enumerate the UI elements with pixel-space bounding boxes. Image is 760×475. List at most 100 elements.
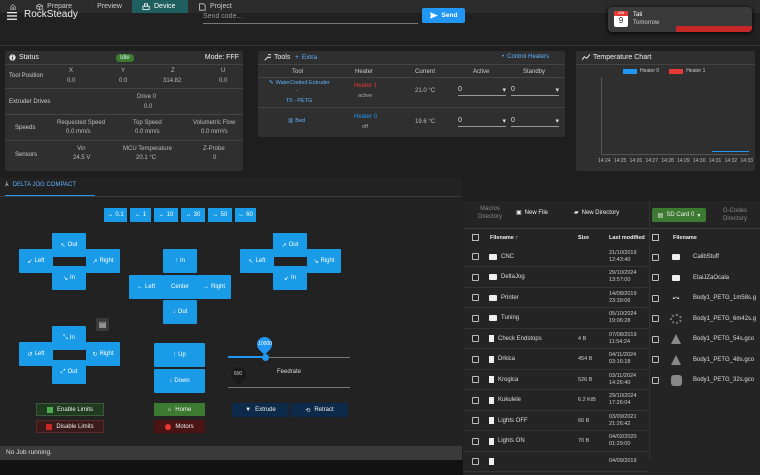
tower-a-in-button[interactable]: ↘ In [52, 266, 86, 290]
z-down-button[interactable]: ↓ Down [154, 369, 205, 393]
row-checkbox[interactable] [652, 376, 659, 384]
bed-standby-select[interactable]: 0 ▾ [511, 115, 559, 127]
new-file-button[interactable]: ▣ New File [516, 209, 548, 217]
row-checkbox[interactable] [652, 335, 659, 343]
file-row[interactable]: CNC 21/10/2019 12:43:40 [463, 247, 648, 267]
file-row[interactable]: Lights OFF 66 B 03/09/2021 21:26:42 [463, 411, 648, 431]
row-checkbox[interactable] [472, 253, 479, 260]
row-checkbox[interactable] [472, 273, 479, 281]
tower-c-in-button[interactable]: ↙ In [273, 266, 307, 290]
bed-active-select[interactable]: 0 ▾ [458, 115, 506, 127]
center-button[interactable]: Center [163, 275, 197, 299]
file-row[interactable]: Tuning 05/10/2024 19:06:28 [463, 309, 648, 329]
menu-icon[interactable] [7, 12, 17, 20]
row-checkbox[interactable] [652, 294, 659, 302]
sd-file-row[interactable]: EtaiJZaOcala [650, 268, 760, 288]
file-row[interactable]: Check Endstops 4 B 07/08/2019 11:54:24 [463, 329, 648, 349]
file-row[interactable]: Drkica 454 B 04/11/2024 03:16:18 [463, 350, 648, 370]
motors-button[interactable]: Motors [154, 420, 205, 433]
chart-line-icon [582, 54, 590, 61]
step-0-1-button[interactable]: ↔ 0.1 [104, 208, 127, 222]
rotate-left-button[interactable]: ↺ Left [19, 342, 53, 366]
home-button[interactable]: ⌂ Home [154, 403, 205, 416]
expand-out-button[interactable]: ⤢ Out [52, 360, 86, 384]
extra-button[interactable]: + Extra [295, 54, 317, 61]
sd-file-row[interactable]: CalibStuff [650, 247, 760, 267]
tower-b-in-button[interactable]: ↑ In [163, 249, 197, 273]
file-row[interactable]: DeltaJog 29/10/2024 13:57:00 [463, 268, 648, 288]
macros-tab[interactable]: Macros Directory [465, 205, 515, 221]
step-10-button[interactable]: ↔ 10 [154, 208, 178, 222]
row-checkbox[interactable] [652, 274, 659, 281]
row-checkbox[interactable] [472, 376, 479, 383]
message-icon[interactable]: ▤ [96, 318, 109, 331]
z-up-button[interactable]: ↑ Up [154, 343, 205, 367]
sd-card-select[interactable]: ▤ SD Card 0 ▾ [652, 208, 706, 222]
file-row[interactable]: Printer 14/08/2019 23:39:06 [463, 288, 648, 308]
row-checkbox[interactable] [472, 458, 479, 465]
extrude-button[interactable]: ▼ Extrude [232, 403, 289, 417]
row-checkbox[interactable] [472, 355, 479, 363]
step-30-button[interactable]: ↔ 30 [181, 208, 205, 222]
step-60-button[interactable]: ↔ 60 [235, 208, 256, 222]
tab-preview[interactable]: Preview [82, 0, 132, 13]
sd-file-row[interactable]: Body1_PETG_54s.gco [650, 329, 760, 349]
row-checkbox[interactable] [472, 314, 479, 322]
file-row[interactable]: 04/09/2019 [463, 452, 648, 472]
sd-file-row[interactable]: Body1_PETG_32s.gco [650, 370, 760, 390]
notification-popup[interactable]: JAN 9 Tati Tomorrow [608, 7, 752, 32]
new-directory-button[interactable]: ▰ New Directory [574, 209, 619, 217]
code-input[interactable] [203, 10, 418, 24]
rotate-in-button[interactable]: ⤡ In [52, 326, 86, 350]
tab-device[interactable]: Device [132, 0, 188, 13]
send-button[interactable]: Send [422, 8, 465, 23]
row-checkbox[interactable] [472, 335, 479, 342]
sd-select-all-checkbox[interactable] [652, 234, 659, 241]
row-checkbox[interactable] [652, 315, 659, 322]
bed-name[interactable]: ▥ Bed [288, 118, 305, 124]
tower-c-out-button[interactable]: ↗ Out [273, 233, 307, 257]
size-header[interactable]: Size [578, 235, 589, 241]
step-50-button[interactable]: ↔ 50 [208, 208, 232, 222]
rotate-right-button[interactable]: ↻ Right [86, 342, 120, 366]
tower-a-out-button[interactable]: ↖ Out [52, 233, 86, 257]
sd-file-row[interactable]: ▴▪▴ Body1_PETG_1m58s.g [650, 288, 760, 308]
filename-header[interactable]: Filename ↑ [490, 235, 518, 241]
file-row[interactable]: Krogica 526 B 03/11/2024 14:26:40 [463, 370, 648, 390]
row-checkbox[interactable] [472, 294, 479, 301]
active-select[interactable]: 0 ▾ [458, 84, 506, 96]
file-row[interactable]: Lights ON 70 B 04/02/2020 01:29:00 [463, 432, 648, 452]
tower-b-out-button[interactable]: ↓ Out [163, 300, 197, 324]
disable-limits-button[interactable]: Disable Limits [36, 420, 104, 433]
tower-b-left-button[interactable]: ← Left [129, 275, 163, 299]
sd-file-row[interactable]: Body1_PETG_48s.gco [650, 350, 760, 370]
feedrate-slider-handle[interactable] [262, 354, 269, 361]
arrow-se-icon: ↘ [62, 275, 68, 282]
tower-c-left-button[interactable]: ↖ Left [240, 249, 274, 273]
step-1-button[interactable]: ↔ 1 [130, 208, 151, 222]
standby-select[interactable]: 0 ▾ [511, 84, 559, 96]
tower-b-right-button[interactable]: → Right [197, 275, 231, 299]
row-checkbox[interactable] [472, 396, 479, 404]
enable-limits-button[interactable]: Enable Limits [36, 403, 104, 416]
heater-name[interactable]: Heater 1 [354, 83, 377, 89]
tower-a-right-button[interactable]: ↗ Right [86, 249, 120, 273]
tool-name[interactable]: ✎ WaterCooled Extruder [269, 80, 330, 86]
bed-heater-name[interactable]: Heater 0 [354, 114, 377, 120]
sd-filename-header[interactable]: Filename [673, 235, 697, 241]
row-checkbox[interactable] [472, 417, 479, 424]
row-checkbox[interactable] [652, 253, 659, 261]
tower-c-right-button[interactable]: ↘ Right [307, 249, 341, 273]
modified-header[interactable]: Last modified [609, 235, 645, 241]
tower-a-left-button[interactable]: ↙ Left [19, 249, 53, 273]
sd-file-row[interactable]: Body1_PETG_6m42s.g [650, 309, 760, 329]
row-checkbox[interactable] [652, 356, 659, 363]
control-heaters-button[interactable]: • Control Heaters [502, 54, 549, 60]
select-all-checkbox[interactable] [472, 234, 479, 241]
row-checkbox[interactable] [472, 437, 479, 445]
gcodes-tab[interactable]: G-Codes Directory [723, 207, 747, 223]
file-row[interactable]: Kukulele 6.2 KiB 29/10/2024 17:26:04 [463, 391, 648, 411]
tool-filament[interactable]: T0 - PETG [286, 98, 312, 104]
retract-button[interactable]: ⟲ Retract [291, 403, 348, 417]
jog-tab[interactable]: ⅄ DELTA JOG COMPACT [5, 181, 76, 189]
